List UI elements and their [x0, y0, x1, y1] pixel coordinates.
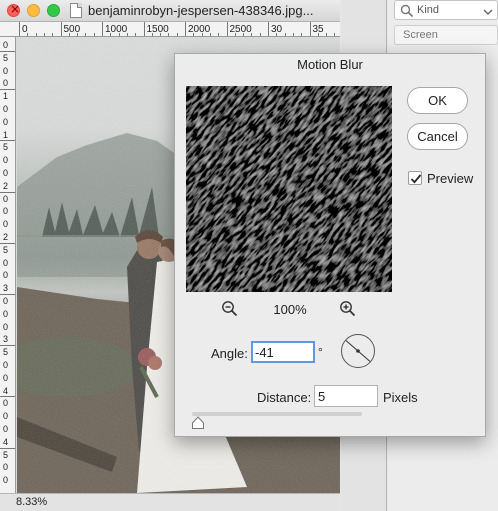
close-window-icon[interactable]	[7, 2, 20, 17]
ruler-label: 3	[3, 283, 9, 294]
ruler-label: 0	[3, 360, 9, 370]
ruler-label: 0	[3, 104, 9, 114]
ruler-label: 0	[3, 321, 9, 332]
document-file-icon	[70, 3, 82, 18]
ruler-label: 0	[3, 206, 9, 217]
ruler-label: 0	[3, 168, 9, 178]
ruler-label: 0	[3, 78, 9, 89]
degree-symbol: °	[318, 345, 323, 359]
ruler-label: 0	[3, 270, 9, 281]
distance-slider-track[interactable]	[192, 412, 362, 416]
angle-label: Angle:	[211, 346, 248, 361]
ruler-label: 1	[3, 91, 9, 102]
document-titlebar[interactable]: benjaminrobyn-jespersen-438346.jpg...	[0, 0, 340, 22]
ruler-label: 5	[3, 52, 9, 63]
ruler-label: 0	[3, 372, 9, 383]
vertical-ruler[interactable]: 0 5 0 0 1 0 0 1 5 0 0 2 0 0 0 2 5 0 0 3 0 0 0 3 5 0 0 4 0 0 0 4 5 0 0	[0, 37, 16, 493]
zoom-level-readout[interactable]: 8.33%	[16, 496, 47, 508]
preview-checkbox[interactable]	[408, 171, 422, 185]
ruler-tick	[0, 89, 15, 91]
ruler-tick	[0, 50, 15, 52]
search-icon	[400, 4, 414, 18]
distance-unit-label: Pixels	[383, 390, 418, 405]
ruler-tick	[0, 396, 15, 398]
ruler-label: 0	[3, 475, 9, 486]
ruler-label: 0	[3, 40, 9, 50]
maximize-window-icon[interactable]	[47, 4, 60, 17]
checkmark-icon	[410, 174, 422, 184]
layer-filter-kind-select[interactable]: Kind	[394, 0, 498, 20]
distance-label: Distance:	[257, 390, 312, 405]
ruler-label: 5	[3, 347, 9, 358]
ruler-label: 2	[3, 180, 9, 191]
photoshop-workspace: benjaminrobyn-jespersen-438346.jpg... 0 5…	[0, 0, 498, 511]
ruler-label: 0	[3, 411, 9, 422]
ruler-label: 0	[3, 462, 9, 473]
distance-slider-thumb[interactable]	[191, 416, 205, 430]
ruler-label: 0	[3, 296, 9, 306]
angle-dial[interactable]	[340, 333, 376, 369]
ruler-label: 1	[3, 129, 9, 140]
ruler-label: 5	[3, 244, 9, 255]
ok-button[interactable]: OK	[407, 87, 468, 114]
ruler-label: 0	[3, 219, 9, 230]
ruler-label: 2000	[188, 24, 211, 35]
preview-zoom-level: 100%	[273, 302, 307, 317]
ruler-tick	[0, 140, 15, 142]
ruler-label: 2500	[229, 24, 252, 35]
ruler-label: 3	[3, 334, 9, 345]
status-bar: 8.33%	[0, 493, 340, 511]
ruler-label: 0	[3, 398, 9, 409]
blend-mode-select[interactable]: Screen	[394, 25, 498, 45]
filter-preview[interactable]	[186, 86, 392, 292]
zoom-in-icon[interactable]	[339, 300, 357, 318]
ruler-label: 1500	[146, 24, 169, 35]
horizontal-ruler[interactable]: 0 500 1000 1500 2000 2500 30 35	[0, 22, 340, 37]
ruler-label: 0	[3, 65, 9, 76]
ruler-tick	[0, 345, 15, 347]
kind-label: Kind	[417, 4, 440, 16]
zoom-out-icon[interactable]	[221, 300, 239, 318]
minimize-window-icon[interactable]	[27, 4, 40, 17]
ruler-label: 5	[3, 142, 9, 153]
ruler-label: 0	[3, 308, 9, 319]
blend-mode-label: Screen	[403, 29, 438, 41]
preview-label: Preview	[427, 171, 474, 186]
ruler-label: 0	[3, 424, 9, 434]
ruler-label: 4	[3, 436, 9, 447]
ruler-tick	[0, 447, 15, 449]
ruler-label: 0	[3, 257, 9, 268]
ruler-label: 2	[3, 232, 9, 242]
ruler-label: 5	[3, 449, 9, 460]
ruler-label: 0	[3, 116, 9, 127]
cancel-button[interactable]: Cancel	[407, 123, 468, 150]
ruler-tick	[0, 191, 15, 193]
ruler-label: 0	[3, 193, 9, 204]
chevron-down-icon	[483, 9, 493, 15]
ruler-label: 4	[3, 385, 9, 396]
motion-blur-dialog: Motion Blur 100% OK Cancel Preview Angle…	[174, 53, 486, 437]
angle-input[interactable]	[251, 341, 315, 363]
distance-input[interactable]	[314, 385, 378, 407]
ruler-tick	[0, 294, 15, 295]
document-title: benjaminrobyn-jespersen-438346.jpg...	[88, 3, 314, 18]
preview-image	[186, 86, 392, 292]
ruler-label: 1000	[105, 24, 128, 35]
ruler-label: 0	[3, 155, 9, 166]
ruler-tick	[0, 242, 15, 244]
dialog-title: Motion Blur	[297, 57, 363, 72]
